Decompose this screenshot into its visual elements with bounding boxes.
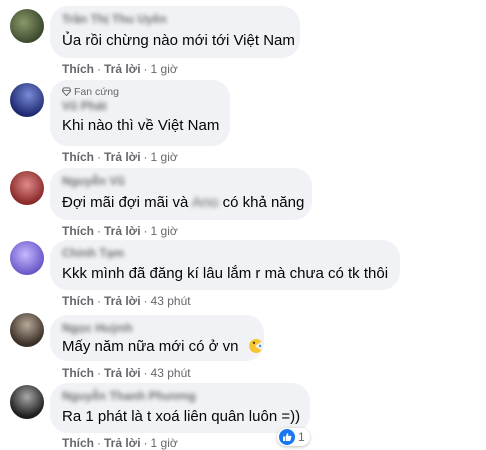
separator: · (97, 436, 101, 450)
reply-link[interactable]: Trả lời (104, 62, 141, 76)
comment-text-part: Đợi mãi đợi mãi và (62, 194, 189, 211)
timestamp[interactable]: 1 giờ (151, 436, 178, 450)
comment-actions: Thích · Trả lời · 43 phút (62, 294, 191, 308)
comment-text: Ra 1 phát là t xoá liên quân luôn =)) (62, 408, 301, 425)
comment-text: Kkk mình đã đăng kí lâu lắm r mà chưa có… (62, 265, 389, 282)
comment-actions: Thích · Trả lời · 1 giờ (62, 62, 178, 76)
comment-actions: Thích · Trả lời · 1 giờ (62, 436, 178, 450)
avatar[interactable] (10, 9, 44, 43)
timestamp[interactable]: 1 giờ (151, 62, 178, 76)
author-name[interactable]: Nguyễn Thanh Phương (62, 389, 298, 404)
comment-actions: Thích · Trả lời · 1 giờ (62, 150, 178, 164)
fan-badge: Fan cứng (62, 86, 218, 99)
avatar[interactable] (10, 83, 44, 117)
like-link[interactable]: Thích (62, 62, 94, 76)
avatar[interactable] (10, 313, 44, 347)
separator: · (97, 62, 101, 76)
avatar[interactable] (10, 171, 44, 205)
separator: · (143, 150, 148, 164)
separator: · (97, 366, 101, 380)
comment-actions: Thích · Trả lời · 1 giờ (62, 224, 178, 238)
timestamp[interactable]: 1 giờ (151, 224, 178, 238)
separator: · (143, 366, 148, 380)
author-name[interactable]: Chinh Tạm (62, 246, 388, 261)
separator: · (97, 224, 101, 238)
comment-text: Khi nào thì về Việt Nam (62, 117, 220, 134)
pacman-emoji-icon (248, 339, 262, 353)
separator: · (143, 436, 148, 450)
separator: · (97, 294, 101, 308)
hidden-word: Ano (191, 194, 219, 211)
comment-bubble: Nguyễn Vũ Đợi mãi đợi mãi và Ano có khả … (50, 168, 312, 220)
comment-text: Ủa rồi chừng nào mới tới Việt Nam (62, 32, 295, 49)
author-name[interactable]: Vũ Phát (62, 99, 218, 114)
like-link[interactable]: Thích (62, 150, 94, 164)
like-icon (279, 429, 295, 445)
author-name[interactable]: Ngọc Huỳnh (62, 321, 252, 336)
timestamp[interactable]: 1 giờ (151, 150, 178, 164)
author-name[interactable]: Nguyễn Vũ (62, 174, 300, 189)
separator: · (143, 294, 148, 308)
reply-link[interactable]: Trả lời (104, 366, 141, 380)
separator: · (143, 62, 148, 76)
like-link[interactable]: Thích (62, 366, 94, 380)
diamond-icon (62, 87, 71, 96)
like-link[interactable]: Thích (62, 294, 94, 308)
author-name[interactable]: Trần Thị Thu Uyên (62, 12, 288, 27)
reply-link[interactable]: Trả lời (104, 150, 141, 164)
avatar[interactable] (10, 385, 44, 419)
timestamp[interactable]: 43 phút (151, 366, 191, 380)
comment-bubble: Nguyễn Thanh Phương Ra 1 phát là t xoá l… (50, 383, 310, 433)
comment-text: Mấy năm nữa mới có ở vn (62, 337, 262, 357)
timestamp[interactable]: 43 phút (151, 294, 191, 308)
like-link[interactable]: Thích (62, 224, 94, 238)
separator: · (97, 150, 101, 164)
comment-bubble: Chinh Tạm Kkk mình đã đăng kí lâu lắm r … (50, 240, 400, 290)
comment-text: Đợi mãi đợi mãi và Ano có khả năng (62, 193, 304, 213)
reaction-count[interactable]: 1 (277, 428, 310, 446)
comment-text-part: có khả năng (222, 194, 305, 211)
avatar[interactable] (10, 241, 44, 275)
reply-link[interactable]: Trả lời (104, 294, 141, 308)
comment-bubble: Ngọc Huỳnh Mấy năm nữa mới có ở vn (50, 315, 264, 361)
separator: · (143, 224, 148, 238)
comment-actions: Thích · Trả lời · 43 phút (62, 366, 191, 380)
reply-link[interactable]: Trả lời (104, 224, 141, 238)
comment-bubble: Fan cứng Vũ Phát Khi nào thì về Việt Nam (50, 80, 230, 146)
comment-bubble: Trần Thị Thu Uyên Ủa rồi chừng nào mới t… (50, 6, 300, 58)
like-link[interactable]: Thích (62, 436, 94, 450)
reply-link[interactable]: Trả lời (104, 436, 141, 450)
